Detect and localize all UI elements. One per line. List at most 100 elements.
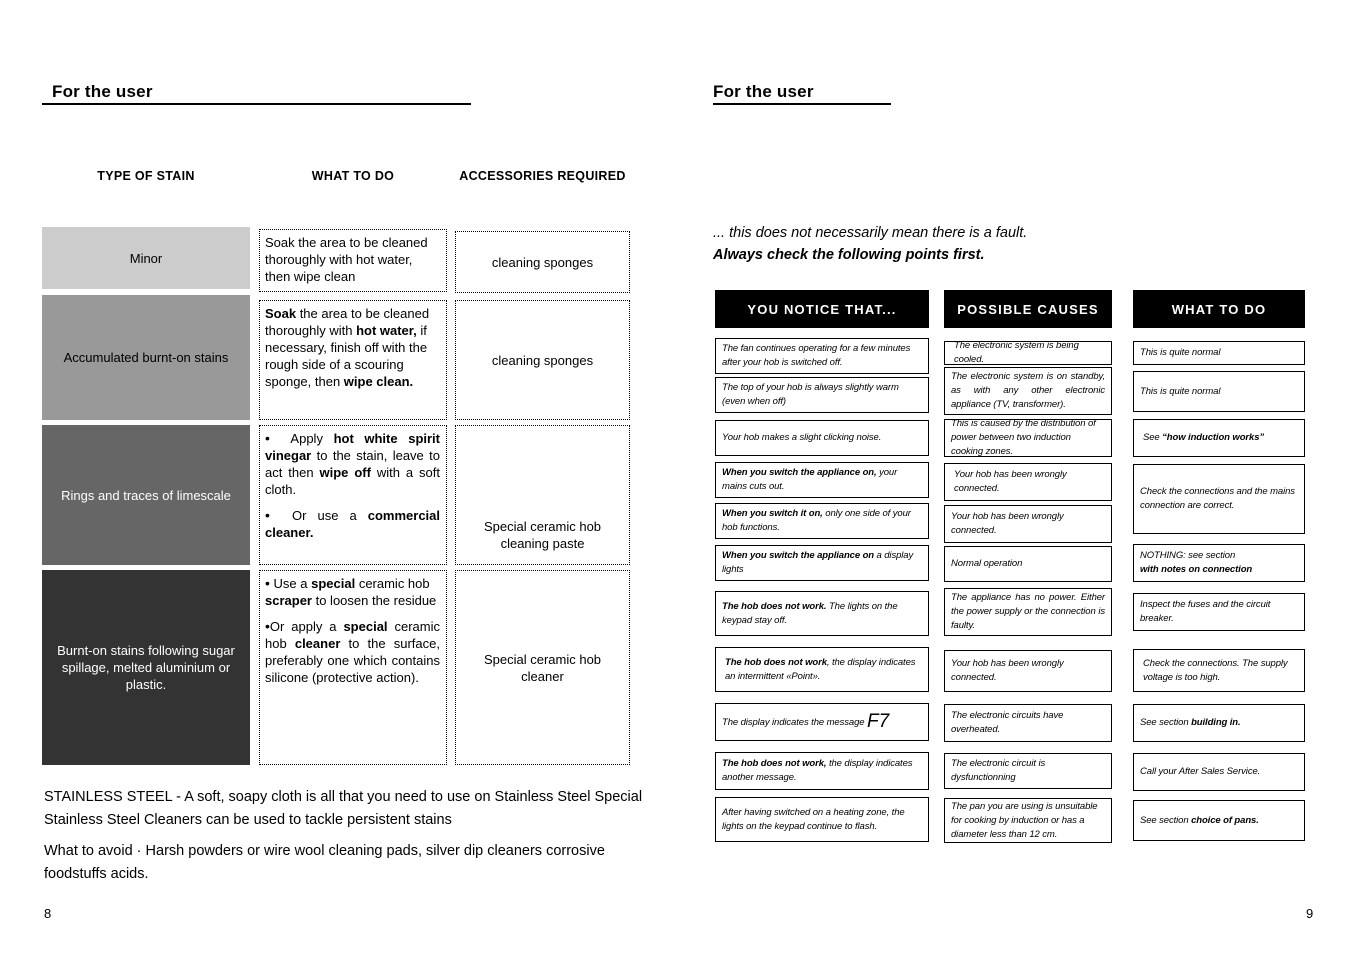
cause-box: This is caused by the distribution of po… — [944, 418, 1112, 457]
notice-box: After having switched on a heating zone,… — [715, 797, 929, 842]
txt: Apply — [290, 431, 334, 446]
stain-type-cell: Burnt-on stains following sugar spillage… — [42, 570, 250, 765]
accessories-text: cleaning sponges — [491, 352, 594, 368]
notice-box: Your hob makes a slight clicking noise. — [715, 420, 929, 456]
cause-box: Your hob has been wrongly connected. — [944, 505, 1112, 543]
action-text: Call your After Sales Service. — [1140, 766, 1261, 777]
running-head-rule-right — [713, 103, 891, 105]
action-text: NOTHING: see section with notes on conne… — [1140, 549, 1298, 577]
what-to-do-text: Soak the area to be cleaned thoroughly w… — [265, 235, 428, 284]
cause-box: The electronic circuit is dysfunctionnin… — [944, 753, 1112, 789]
stain-type-label: Rings and traces of limescale — [61, 487, 231, 503]
stain-type-label: Burnt-on stains following sugar spillage… — [57, 643, 235, 692]
txt: See section — [1140, 814, 1192, 826]
notice-emph: The hob does not work, — [722, 758, 827, 769]
what-to-avoid-note: What to avoid · Harsh powders or wire wo… — [44, 843, 605, 882]
notice-emph: When you switch it on, — [722, 508, 823, 519]
emph-wipe-clean: wipe clean. — [343, 374, 414, 389]
what-to-do-bullet: • Apply hot white spirit vinegar to the … — [265, 430, 440, 498]
matrix-header-possible-causes: POSSIBLE CAUSES — [944, 290, 1112, 328]
notice-box: When you switch it on, only one side of … — [715, 503, 929, 539]
column-header-accessories-required: ACCESSORIES REQUIRED — [459, 169, 626, 183]
notice-text: When you switch the appliance on, your m… — [722, 466, 922, 494]
running-head-left: For the user — [52, 82, 153, 101]
notice-emph: When you switch the appliance on, — [722, 467, 877, 478]
accessories-cell: Special ceramic hob cleaning paste — [455, 425, 630, 565]
stain-type-cell: Rings and traces of limescale — [42, 425, 250, 565]
emph-soak: Soak — [265, 306, 297, 321]
emph-hot-water: hot water, — [356, 323, 417, 338]
cause-text: The electronic system is being cooled. — [954, 340, 1079, 365]
display-code-f7: F7 — [867, 710, 890, 732]
what-to-do-cell: • Apply hot white spirit vinegar to the … — [259, 425, 447, 565]
action-line-2: with notes on connection — [1140, 564, 1253, 575]
stain-type-label: Minor — [129, 250, 163, 266]
action-box: See section choice of pans. — [1133, 800, 1305, 841]
notice-text: When you switch the appliance on a displ… — [722, 549, 922, 577]
cause-text: The electronic circuits have overheated. — [951, 710, 1064, 735]
notice-box: The top of your hob is always slightly w… — [715, 377, 929, 413]
action-text: Check the connections. The supply voltag… — [1143, 657, 1288, 683]
accessories-cell: cleaning sponges — [455, 231, 630, 293]
notice-text: The hob does not work, the display indic… — [725, 656, 922, 684]
matrix-header-you-notice-that: YOU NOTICE THAT... — [715, 290, 929, 328]
emph-wipe-off: wipe off — [319, 465, 371, 480]
accessories-cell: Special ceramic hob cleaner — [455, 570, 630, 765]
stainless-steel-note: STAINLESS STEEL - A soft, soapy cloth is… — [44, 789, 643, 828]
what-to-do-cell: Soak the area to be cleaned thoroughly w… — [259, 300, 447, 420]
notice-box: The display indicates the message F7 — [715, 703, 929, 741]
action-text: This is quite normal — [1140, 347, 1221, 358]
notice-emph: The hob does not work — [725, 656, 827, 668]
notice-text: When you switch it on, only one side of … — [722, 507, 922, 535]
stain-type-label: Accumulated burnt-on stains — [63, 350, 229, 365]
notice-text: The fan continues operating for a few mi… — [722, 343, 911, 368]
action-text: This is quite normal — [1140, 385, 1221, 397]
page-number-right: 9 — [1306, 906, 1314, 921]
cause-text: This is caused by the distribution of po… — [951, 418, 1096, 457]
accessories-text: Special ceramic hob cleaning paste — [483, 519, 602, 551]
emph-scraper: scraper — [265, 593, 312, 608]
intro-line-2: Always check the following points first. — [713, 247, 985, 263]
bullet-icon: • — [265, 430, 270, 446]
txt: See — [1143, 432, 1163, 443]
notice-text: The display indicates the message F7 — [722, 712, 922, 731]
intro-text: ... this does not necessarily mean there… — [713, 222, 1213, 266]
action-box: Check the connections. The supply voltag… — [1133, 649, 1305, 692]
bullet-icon: • — [265, 507, 270, 523]
notice-text: Your hob makes a slight clicking noise. — [722, 432, 882, 443]
cause-box: The electronic system is being cooled. — [944, 340, 1112, 365]
txt: Use a — [273, 576, 312, 591]
txt: to loosen the residue — [311, 593, 437, 608]
action-box: NOTHING: see section with notes on conne… — [1133, 544, 1305, 582]
cause-text: Your hob has been wrongly connected. — [954, 469, 1067, 494]
action-box: Call your After Sales Service. — [1133, 753, 1305, 791]
cause-text: Normal operation — [951, 558, 1023, 569]
action-text: Inspect the fuses and the circuit breake… — [1140, 599, 1271, 624]
emph-cleaner: cleaner — [294, 636, 341, 651]
cause-box: Normal operation — [944, 546, 1112, 582]
notice-text: After having switched on a heating zone,… — [722, 806, 905, 832]
running-head-rule-left — [42, 103, 471, 105]
action-text: Check the connections and the mains conn… — [1140, 486, 1295, 511]
notice-emph: When you switch the appliance on — [722, 550, 874, 561]
cause-text: The appliance has no power. Either the p… — [951, 592, 1105, 631]
notice-text: The hob does not work. The lights on the… — [722, 600, 922, 628]
cause-box: The appliance has no power. Either the p… — [944, 588, 1112, 636]
notice-text: The top of your hob is always slightly w… — [722, 382, 899, 407]
what-to-do-bullet: • Or use a commercial cleaner. — [265, 507, 440, 541]
txt: Or apply a — [269, 619, 344, 634]
notice-box: When you switch the appliance on, your m… — [715, 462, 929, 498]
txt: The display indicates the message — [722, 716, 867, 728]
notice-box: The hob does not work, the display indic… — [715, 752, 929, 790]
cause-text: The pan you are using is unsuitable for … — [951, 800, 1098, 840]
cause-box: The electronic circuits have overheated. — [944, 704, 1112, 742]
emph-special: special — [311, 576, 356, 591]
action-box: This is quite normal — [1133, 341, 1305, 365]
cause-text: Your hob has been wrongly connected. — [951, 511, 1064, 536]
what-to-do-bullet: •Or apply a special ceramic hob cleaner … — [265, 618, 440, 686]
action-box: See section building in. — [1133, 704, 1305, 742]
accessories-text: Special ceramic hob cleaner — [483, 651, 602, 684]
action-box: Check the connections and the mains conn… — [1133, 464, 1305, 534]
notice-box: The fan continues operating for a few mi… — [715, 338, 929, 374]
left-page: For the user TYPE OF STAIN WHAT TO DO AC… — [0, 0, 690, 954]
